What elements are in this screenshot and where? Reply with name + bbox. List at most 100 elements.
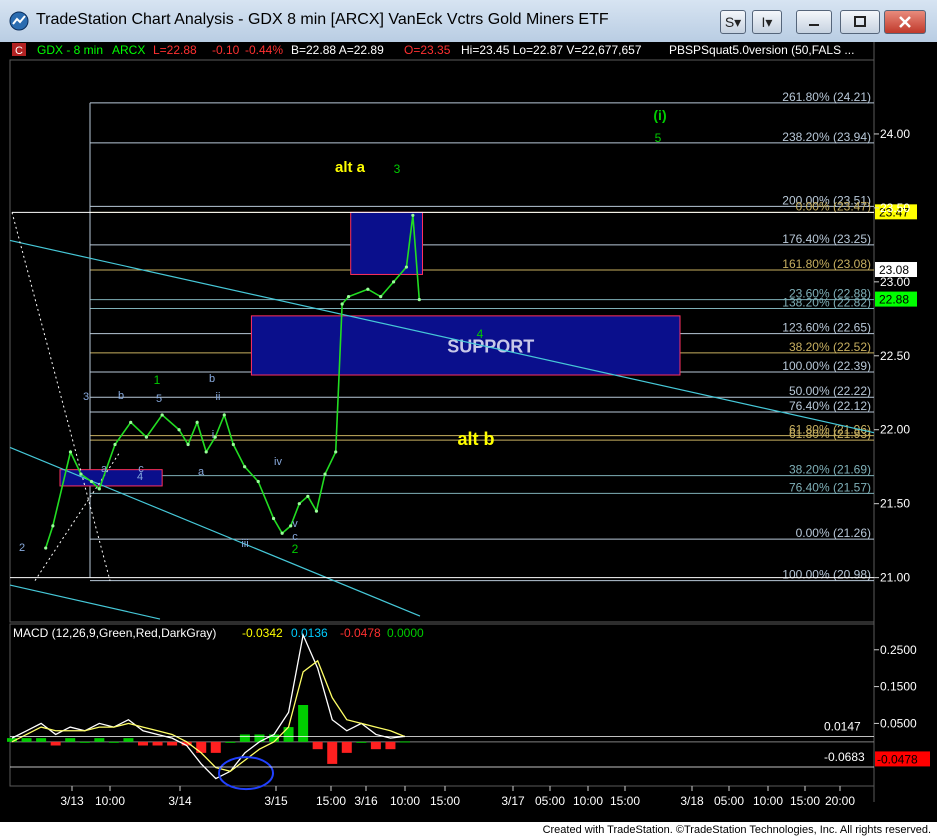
macd-histogram-bar xyxy=(400,741,410,743)
status-last: L=22.88 xyxy=(153,43,197,57)
y-tick-label: 22.00 xyxy=(880,423,910,437)
chart-area[interactable]: C GDX - 8 min ARCX L=22.88 -0.10 -0.44% … xyxy=(0,42,937,822)
maximize-button[interactable] xyxy=(840,10,880,34)
macd-histogram-bar xyxy=(312,741,323,750)
macd-tag-label: -0.0683 xyxy=(824,750,865,764)
macd-histogram-bar xyxy=(196,741,207,753)
insert-menu-button[interactable]: I▾ xyxy=(752,10,782,34)
wave-label: a xyxy=(198,466,205,478)
zone-label: SUPPORT xyxy=(447,336,534,356)
price-point xyxy=(243,465,247,469)
wave-label: iv xyxy=(274,456,282,468)
macd-histogram-bar xyxy=(94,738,105,742)
maximize-icon xyxy=(854,16,866,27)
status-indicator: PBSPSquat5.0version (50,FALS ... xyxy=(669,43,854,57)
macd-tag-label: -0.0478 xyxy=(877,752,918,766)
fib-label: 261.80% (24.21) xyxy=(782,90,871,104)
macd-histogram-bar xyxy=(108,741,119,743)
price-point xyxy=(177,428,181,432)
price-tag-label: 22.88 xyxy=(879,293,909,307)
tradestation-app-icon xyxy=(9,11,29,31)
minimize-icon xyxy=(809,24,819,26)
x-tick-label: 3/14 xyxy=(168,794,192,808)
status-pct: -0.44% xyxy=(245,43,283,57)
macd-histogram-bar xyxy=(36,738,47,742)
fib-label: 50.00% (22.22) xyxy=(789,384,871,398)
y-tick-label: 23.50 xyxy=(880,201,910,215)
price-point xyxy=(379,295,383,299)
macd-histogram-bar xyxy=(50,741,61,746)
price-point xyxy=(297,502,301,506)
wave-label: 3 xyxy=(394,162,401,176)
price-point xyxy=(417,297,421,302)
minimize-button[interactable] xyxy=(796,10,832,34)
macd-histogram-bar xyxy=(210,741,221,753)
macd-tag-label: 0.0147 xyxy=(824,719,861,733)
price-point xyxy=(186,442,190,447)
wave-label: ii xyxy=(216,391,221,403)
wave-label: v xyxy=(292,518,298,530)
status-symbol[interactable]: GDX - 8 min xyxy=(37,43,103,57)
time-axis: 3/13 10:00 3/14 3/15 15:00 3/16 10:00 15:00 3/17… xyxy=(60,786,855,808)
macd-histogram-bar xyxy=(225,741,236,743)
status-hilo: Hi=23.45 Lo=22.87 V=22,677,657 xyxy=(461,43,642,57)
status-badge-label: C xyxy=(15,45,23,57)
wave-label: 2 xyxy=(292,542,299,556)
wave-label: alt b xyxy=(457,429,494,449)
y-tick-label: 21.00 xyxy=(880,571,910,585)
macd-histogram-bar xyxy=(327,741,338,764)
x-tick-label: 05:00 xyxy=(535,794,565,808)
price-point xyxy=(204,450,208,454)
wave-label: i xyxy=(212,429,214,441)
macd-histogram-bar xyxy=(79,741,90,743)
price-point xyxy=(51,524,55,528)
price-point xyxy=(68,450,73,454)
chart-canvas[interactable]: C GDX - 8 min ARCX L=22.88 -0.10 -0.44% … xyxy=(0,42,937,822)
macd-y-tick-label: 0.0500 xyxy=(880,716,917,730)
status-change: -0.10 xyxy=(212,43,240,57)
fib-label: 138.20% (22.82) xyxy=(782,295,871,309)
styles-menu-button[interactable]: S▾ xyxy=(720,10,746,34)
x-tick-label: 15:00 xyxy=(790,794,820,808)
macd-histogram-bar xyxy=(341,741,352,753)
macd-title: MACD (12,26,9,Green,Red,DarkGray) xyxy=(13,626,216,640)
fib-label: 38.20% (22.52) xyxy=(789,340,871,354)
macd-histogram-bar xyxy=(283,727,294,742)
footer-credit: Created with TradeStation. ©TradeStation… xyxy=(542,824,931,836)
macd-value-3: -0.0478 xyxy=(340,626,381,640)
y-tick-label: 21.50 xyxy=(880,497,910,511)
price-point xyxy=(340,302,344,306)
macd-value-4: 0.0000 xyxy=(387,626,424,640)
price-point xyxy=(271,516,276,521)
macd-panel-frame xyxy=(9,623,875,787)
status-exchange: ARCX xyxy=(112,43,145,57)
close-button[interactable] xyxy=(884,10,926,34)
x-tick-label: 15:00 xyxy=(430,794,460,808)
price-point xyxy=(306,494,310,498)
macd-histogram-bar xyxy=(239,734,250,742)
x-tick-label: 3/17 xyxy=(501,794,525,808)
price-point xyxy=(97,487,101,491)
footer: Created with TradeStation. ©TradeStation… xyxy=(0,822,937,838)
fib-label: 238.20% (23.94) xyxy=(782,130,871,144)
x-tick-label: 3/16 xyxy=(354,794,378,808)
x-tick-label: 3/15 xyxy=(264,794,288,808)
fib-label: 76.40% (21.57) xyxy=(789,480,871,494)
price-point xyxy=(113,442,117,447)
x-tick-label: 05:00 xyxy=(714,794,744,808)
macd-value-2: 0.0136 xyxy=(291,626,328,640)
fib-label: 38.20% (21.69) xyxy=(789,463,871,477)
wave-label: iii xyxy=(241,538,248,550)
macd-histogram-bar xyxy=(123,738,134,742)
price-point xyxy=(314,509,319,513)
wave-label: 5 xyxy=(655,131,662,145)
macd-histogram-bar xyxy=(370,741,381,750)
macd-y-tick-label: 0.2500 xyxy=(880,643,917,657)
x-tick-label: 15:00 xyxy=(610,794,640,808)
x-tick-label: 15:00 xyxy=(316,794,346,808)
close-icon xyxy=(899,16,911,28)
wave-label: 3 xyxy=(83,391,89,403)
x-tick-label: 10:00 xyxy=(753,794,783,808)
macd-histogram-bar xyxy=(385,741,396,750)
fib-label: 123.60% (22.65) xyxy=(782,321,871,335)
